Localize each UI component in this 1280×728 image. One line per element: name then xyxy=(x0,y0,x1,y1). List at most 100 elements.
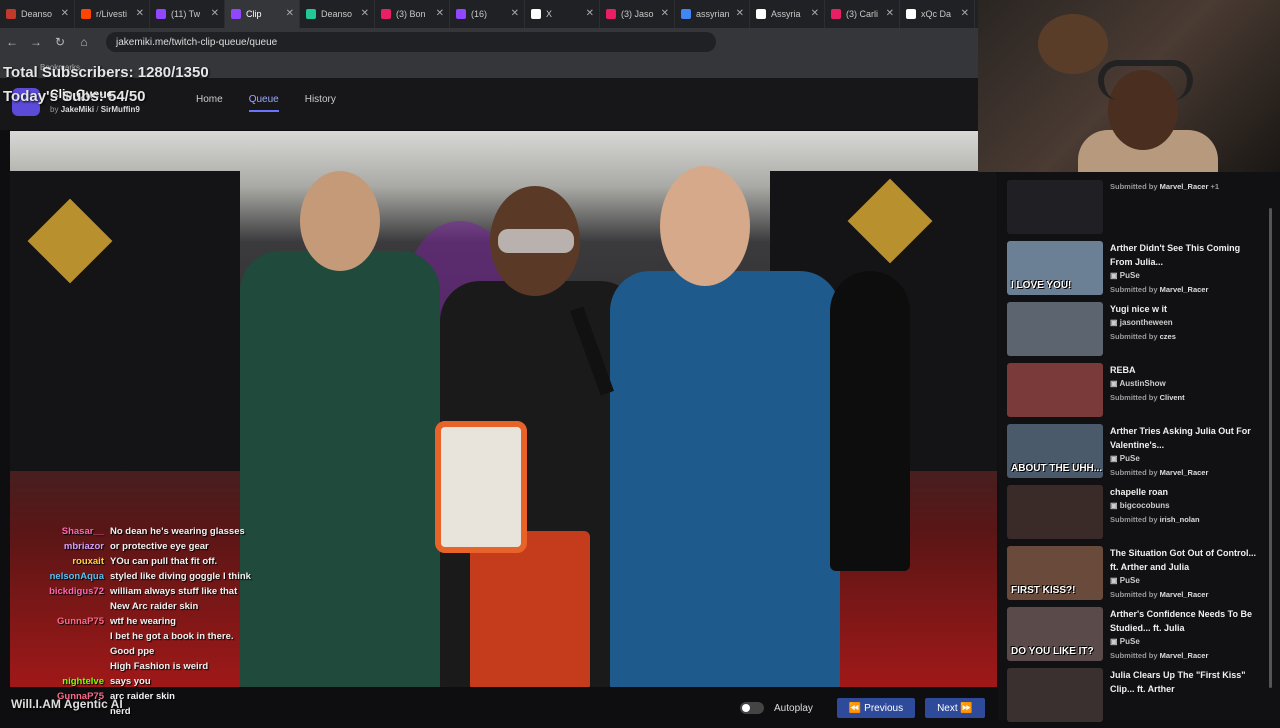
close-icon[interactable]: ✕ xyxy=(886,8,894,19)
close-icon[interactable]: ✕ xyxy=(136,8,144,19)
browser-tab[interactable]: Deanso ✕ xyxy=(0,0,75,28)
browser-tab[interactable]: assyrian ✕ xyxy=(675,0,750,28)
queue-item[interactable]: FIRST KISS?! The Situation Got Out of Con… xyxy=(1007,546,1272,606)
clip-thumbnail xyxy=(1007,180,1103,234)
clip-submitter: Submitted by Marvel_Racer +1 xyxy=(1110,180,1260,194)
home-icon[interactable]: ⌂ xyxy=(72,35,96,49)
clip-thumbnail: ABOUT THE UHH... xyxy=(1007,424,1103,478)
chat-username[interactable]: rouxait xyxy=(14,554,104,569)
browser-tab[interactable]: Clip ✕ xyxy=(225,0,300,28)
forward-icon[interactable]: → xyxy=(24,35,48,49)
queue-item[interactable]: Submitted by Marvel_Racer +1 xyxy=(1007,180,1272,240)
queue-item[interactable]: ABOUT THE UHH... Arther Tries Asking Juli… xyxy=(1007,424,1272,484)
close-icon[interactable]: ✕ xyxy=(961,8,969,19)
clip-thumbnail: FIRST KISS?! xyxy=(1007,546,1103,600)
next-button[interactable]: Next ⏩ xyxy=(925,698,985,718)
chat-text: New Arc raider skin xyxy=(110,601,199,612)
player-controls: Autoplay ⏪ Previous Next ⏩ xyxy=(740,698,985,718)
chat-username[interactable] xyxy=(14,629,104,644)
chat-text: says you xyxy=(110,676,151,687)
close-icon[interactable]: ✕ xyxy=(511,8,519,19)
nav-history[interactable]: History xyxy=(305,94,336,112)
person-center-pants xyxy=(470,531,590,687)
nav-queue[interactable]: Queue xyxy=(248,94,279,112)
chat-username[interactable]: nelsonAqua xyxy=(14,569,104,584)
autoplay-toggle[interactable] xyxy=(740,702,764,714)
back-icon[interactable]: ← xyxy=(0,35,24,49)
tab-favicon xyxy=(606,9,616,19)
queue-item[interactable]: Julia Clears Up The "First Kiss" Clip...… xyxy=(1007,668,1272,728)
autoplay-label: Autoplay xyxy=(774,702,813,714)
browser-tab[interactable]: (11) Tw ✕ xyxy=(150,0,225,28)
queue-item[interactable]: chapelle roan ▣ bigcocobuns Submitted by i… xyxy=(1007,485,1272,545)
channel-name: PuSe xyxy=(1119,576,1140,585)
thumbnail-text: FIRST KISS?! xyxy=(1011,585,1076,596)
author-link-2[interactable]: SirMuffin9 xyxy=(101,105,140,114)
browser-tab[interactable]: X ✕ xyxy=(525,0,600,28)
clip-thumbnail xyxy=(1007,485,1103,539)
tab-label: X xyxy=(546,9,553,19)
chat-message: bickdigus72 william always stuff like tha… xyxy=(14,584,364,599)
clip-submitter: Submitted by Clivent xyxy=(1110,391,1260,405)
chat-username[interactable]: GunnaP75 xyxy=(14,614,104,629)
browser-tab[interactable]: Deanso ✕ xyxy=(300,0,375,28)
chat-text: wtf he wearing xyxy=(110,616,176,627)
browser-tab[interactable]: r/Livesti ✕ xyxy=(75,0,150,28)
channel-icon: ▣ xyxy=(1110,637,1120,646)
submitted-label: Submitted by xyxy=(1110,468,1158,477)
queue-item[interactable]: Yugi nice w it ▣ jasontheween Submitted by… xyxy=(1007,302,1272,362)
queue-item[interactable]: DO YOU LIKE IT? Arther's Confidence Needs… xyxy=(1007,607,1272,667)
channel-name: PuSe xyxy=(1119,454,1140,463)
clip-channel: ▣ PuSe xyxy=(1110,269,1260,283)
tab-label: (11) Tw xyxy=(171,9,201,19)
stream-caption: Will.I.AM Agentic AI xyxy=(11,697,123,711)
clip-submitter: Submitted by Marvel_Racer xyxy=(1110,466,1260,480)
chat-username[interactable] xyxy=(14,599,104,614)
clip-title: chapelle roan xyxy=(1110,487,1169,497)
nav-home[interactable]: Home xyxy=(196,94,223,112)
chat-username[interactable]: Shasar__ xyxy=(14,524,104,539)
author-link-1[interactable]: JakeMiki xyxy=(61,105,94,114)
close-icon[interactable]: ✕ xyxy=(211,8,219,19)
browser-tab[interactable]: (3) Jaso ✕ xyxy=(600,0,675,28)
goggles xyxy=(498,229,574,253)
chat-username[interactable]: bickdigus72 xyxy=(14,584,104,599)
close-icon[interactable]: ✕ xyxy=(736,8,744,19)
chat-username[interactable]: nighteIve xyxy=(14,674,104,689)
browser-tab[interactable]: Assyria ✕ xyxy=(750,0,825,28)
browser-tab[interactable]: (16) ✕ xyxy=(450,0,525,28)
queue-item[interactable]: REBA ▣ AustinShow Submitted by Clivent xyxy=(1007,363,1272,423)
browser-tab[interactable]: (3) Bon ✕ xyxy=(375,0,450,28)
submitted-label: Submitted by xyxy=(1110,182,1158,191)
chat-username[interactable] xyxy=(14,644,104,659)
tab-label: assyrian xyxy=(696,9,730,19)
url-input[interactable]: jakemiki.me/twitch-clip-queue/queue xyxy=(106,32,716,52)
clip-title-block: Arther Tries Asking Julia Out For Valent… xyxy=(1110,424,1260,480)
chat-message: rouxait YOu can pull that fit off. xyxy=(14,554,364,569)
tab-favicon xyxy=(531,9,541,19)
clip-submitter: Submitted by Marvel_Racer xyxy=(1110,649,1260,663)
chat-text: Good ppe xyxy=(110,646,155,657)
close-icon[interactable]: ✕ xyxy=(661,8,669,19)
submitted-label: Submitted by xyxy=(1110,285,1158,294)
chat-username[interactable] xyxy=(14,659,104,674)
clip-channel: ▣ AustinShow xyxy=(1110,377,1260,391)
browser-tab[interactable]: (3) Carli ✕ xyxy=(825,0,900,28)
close-icon[interactable]: ✕ xyxy=(286,8,294,19)
app-nav: Home Queue History xyxy=(196,94,336,112)
clip-thumbnail: DO YOU LIKE IT? xyxy=(1007,607,1103,661)
clip-submitter: Submitted by Marvel_Racer xyxy=(1110,588,1260,602)
close-icon[interactable]: ✕ xyxy=(811,8,819,19)
previous-button[interactable]: ⏪ Previous xyxy=(836,698,916,718)
chat-message: Good ppe xyxy=(14,644,364,659)
close-icon[interactable]: ✕ xyxy=(361,8,369,19)
queue-item[interactable]: I LOVE YOU! Arther Didn't See This Coming… xyxy=(1007,241,1272,301)
close-icon[interactable]: ✕ xyxy=(61,8,69,19)
chat-username[interactable]: mbriazor xyxy=(14,539,104,554)
clip-title-block: Julia Clears Up The "First Kiss" Clip...… xyxy=(1110,668,1260,696)
person-right-head xyxy=(660,166,750,286)
browser-tab[interactable]: xQc Da ✕ xyxy=(900,0,975,28)
close-icon[interactable]: ✕ xyxy=(586,8,594,19)
close-icon[interactable]: ✕ xyxy=(436,8,444,19)
reload-icon[interactable]: ↻ xyxy=(48,35,72,49)
